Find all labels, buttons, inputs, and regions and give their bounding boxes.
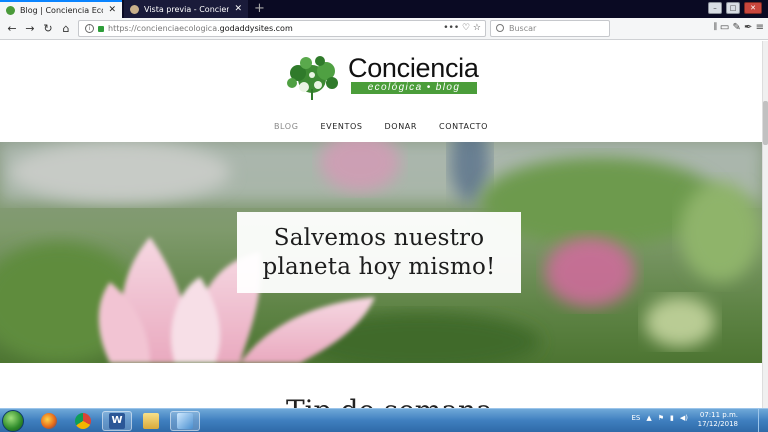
home-icon[interactable]: ⌂ xyxy=(58,21,74,37)
forward-icon[interactable]: → xyxy=(22,21,38,37)
firefox-icon xyxy=(41,413,57,429)
reload-icon[interactable]: ↻ xyxy=(40,21,56,37)
search-icon xyxy=(496,24,504,32)
app-window-icon xyxy=(177,413,193,429)
menu-item-contacto[interactable]: CONTACTO xyxy=(439,122,488,131)
tab-strip: Blog | Conciencia Ecológica ✕ Vista prev… xyxy=(0,0,768,18)
folder-icon xyxy=(143,413,159,429)
hero-heading: Salvemos nuestro planeta hoy mismo! xyxy=(262,224,496,280)
tab-title: Vista previa - Conciencia Ecoló xyxy=(144,4,230,14)
system-tray: ES ▲ ⚑ ▮ ◀) xyxy=(631,414,688,422)
search-placeholder: Buscar xyxy=(509,24,537,33)
leaf-cluster-icon xyxy=(287,56,338,100)
toolbar-menu-icon[interactable]: 𝄃 ▭ ✎ ✒ ≡ xyxy=(714,22,764,33)
page-scrollbar[interactable] xyxy=(762,41,768,408)
scrollbar-thumb[interactable] xyxy=(763,101,768,145)
menu-item-blog[interactable]: BLOG xyxy=(274,122,299,131)
menu-item-eventos[interactable]: EVENTOS xyxy=(321,122,363,131)
hero-card: Salvemos nuestro planeta hoy mismo! xyxy=(237,212,521,293)
window-controls: – □ ✕ xyxy=(708,2,762,14)
menu-item-donar[interactable]: DONAR xyxy=(385,122,417,131)
site-favicon-icon xyxy=(6,5,15,15)
web-page: Conciencia ecológica • blog BLOG EVENTOS… xyxy=(0,41,762,408)
hero-banner: Salvemos nuestro planeta hoy mismo! xyxy=(0,142,762,363)
tab-close-icon[interactable]: ✕ xyxy=(108,5,116,15)
tab-close-icon[interactable]: ✕ xyxy=(234,4,242,14)
section-heading: Tip de semana xyxy=(286,396,493,409)
network-icon[interactable]: ▮ xyxy=(670,414,674,422)
volume-icon[interactable]: ◀) xyxy=(680,414,688,422)
show-desktop-button[interactable] xyxy=(758,409,768,432)
taskbar-app[interactable] xyxy=(170,411,200,431)
tab-blog[interactable]: Blog | Conciencia Ecológica ✕ xyxy=(0,0,122,18)
system-clock[interactable]: 07:11 p.m. 17/12/2018 xyxy=(698,411,738,429)
brand-name: Conciencia xyxy=(348,53,479,83)
tray-arrow-icon[interactable]: ▲ xyxy=(646,414,651,422)
new-tab-button[interactable]: + xyxy=(254,1,265,17)
site-logo[interactable]: Conciencia ecológica • blog xyxy=(282,53,482,101)
back-icon[interactable]: ← xyxy=(4,21,20,37)
clock-date: 17/12/2018 xyxy=(697,420,738,428)
chrome-icon xyxy=(75,413,91,429)
taskbar-explorer[interactable] xyxy=(136,411,166,431)
screen: Blog | Conciencia Ecológica ✕ Vista prev… xyxy=(0,0,768,432)
content-section: Tip de semana xyxy=(0,363,762,408)
preview-favicon-icon xyxy=(130,4,139,14)
minimize-icon[interactable]: – xyxy=(708,2,722,14)
maximize-icon[interactable]: □ xyxy=(726,2,740,14)
window-close-icon[interactable]: ✕ xyxy=(744,2,762,14)
language-indicator[interactable]: ES xyxy=(631,414,640,422)
word-icon: W xyxy=(109,413,125,429)
taskbar: W ES ▲ ⚑ ▮ ◀) 07:11 p.m. 17/12/2018 xyxy=(0,408,768,432)
tab-title: Blog | Conciencia Ecológica xyxy=(20,5,103,15)
taskbar-word[interactable]: W xyxy=(102,411,132,431)
navigation-toolbar: ← → ↻ ⌂ i https://concienciaecologica. go… xyxy=(0,18,768,40)
site-menu: BLOG EVENTOS DONAR CONTACTO xyxy=(0,122,762,131)
page-actions-icon[interactable]: ••• ♡ ☆ xyxy=(443,21,481,36)
brand-tagline: ecológica • blog xyxy=(351,82,477,94)
flag-icon[interactable]: ⚑ xyxy=(658,414,664,422)
clock-time: 07:11 p.m. xyxy=(699,411,738,419)
url-domain: godaddysites.com xyxy=(219,24,293,33)
lock-icon[interactable] xyxy=(98,25,104,32)
taskbar-firefox[interactable] xyxy=(34,411,64,431)
taskbar-chrome[interactable] xyxy=(68,411,98,431)
search-input[interactable]: Buscar xyxy=(490,20,610,37)
address-bar[interactable]: i https://concienciaecologica. godaddysit… xyxy=(78,20,486,37)
start-button[interactable] xyxy=(2,410,24,432)
info-icon[interactable]: i xyxy=(85,24,94,33)
tab-preview[interactable]: Vista previa - Conciencia Ecoló ✕ xyxy=(124,0,248,18)
url-prefix: https://concienciaecologica. xyxy=(108,24,220,33)
